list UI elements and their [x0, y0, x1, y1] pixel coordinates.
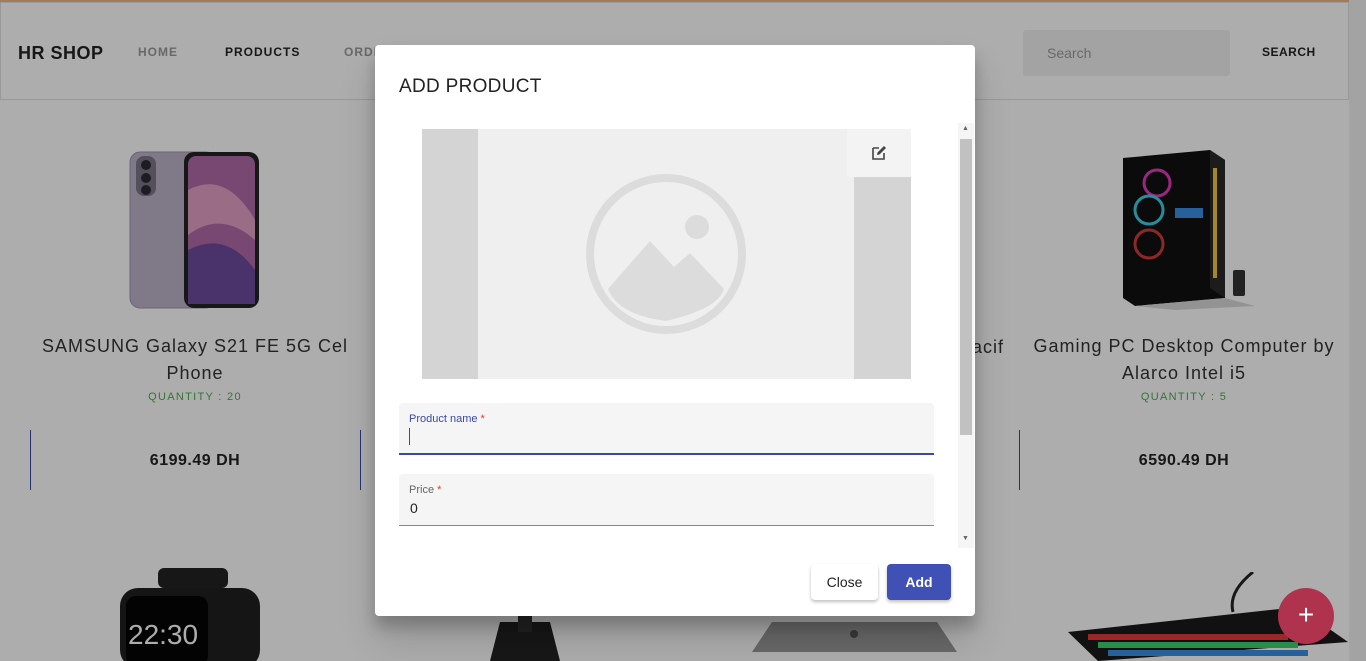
edit-image-button[interactable] [847, 129, 911, 177]
scrollbar-thumb[interactable] [960, 139, 972, 435]
close-button[interactable]: Close [811, 564, 878, 600]
dialog-title: ADD PRODUCT [399, 76, 542, 97]
scroll-down-icon[interactable]: ▼ [962, 535, 969, 542]
dialog-content: Product name * Price * 0 [375, 123, 975, 551]
product-name-field[interactable]: Product name * [399, 403, 934, 455]
product-image-upload[interactable] [422, 129, 911, 379]
image-placeholder-icon [586, 174, 746, 334]
add-product-fab[interactable]: + [1278, 588, 1334, 644]
price-field[interactable]: Price * 0 [399, 474, 934, 526]
field-underline [399, 453, 934, 455]
field-underline [399, 525, 934, 526]
text-caret [409, 428, 410, 445]
image-placeholder [478, 129, 854, 379]
add-product-dialog: ADD PRODUCT Product name * Price * 0 ▲ ▼… [375, 45, 975, 616]
dialog-actions: Close Add [375, 562, 975, 602]
scroll-up-icon[interactable]: ▲ [962, 125, 969, 132]
product-name-label: Product name * [409, 413, 485, 425]
edit-icon [872, 146, 886, 160]
dialog-scrollbar[interactable]: ▲ ▼ [958, 123, 974, 548]
price-input[interactable]: 0 [410, 500, 418, 516]
add-button[interactable]: Add [887, 564, 951, 600]
price-label: Price * [409, 484, 442, 496]
